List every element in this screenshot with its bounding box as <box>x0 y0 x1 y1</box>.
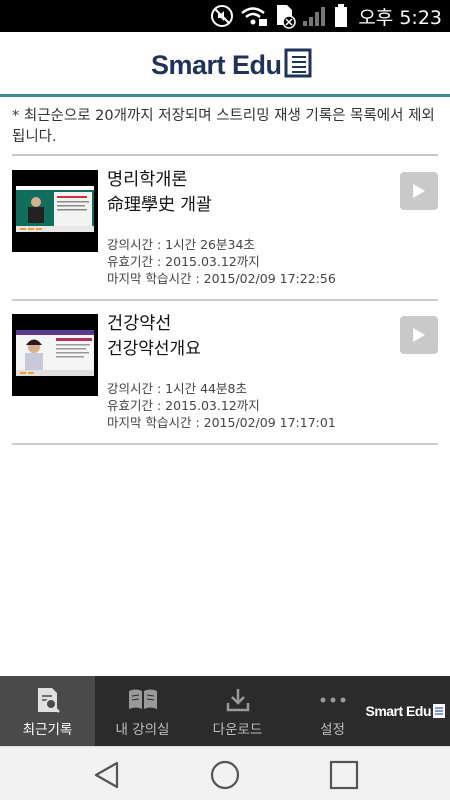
tab-label: 내 강의실 <box>115 722 170 738</box>
lecture-subtitle: 命理學史 개괄 <box>107 195 212 215</box>
book-icon <box>433 704 445 718</box>
play-icon <box>413 328 425 342</box>
lecture-thumbnail <box>12 314 98 396</box>
list-item[interactable]: 건강약선 건강약선개요 강의시간 : 1시간 44분8초 유효기간 : 2015… <box>12 300 438 445</box>
lecture-title: 명리학개론 <box>107 170 188 190</box>
tab-my-classroom[interactable]: 내 강의실 <box>95 676 190 746</box>
sim-off-icon <box>274 3 297 29</box>
status-icons: 오후 5:23 <box>210 0 442 32</box>
tab-bar-logo-text: Smart Edu <box>365 703 431 719</box>
lecture-last-study: 마지막 학습시간 : 2015/02/09 17:22:56 <box>107 271 336 286</box>
signal-icon <box>302 5 328 27</box>
tab-bar-logo: Smart Edu <box>365 703 446 719</box>
recent-apps-button[interactable] <box>328 759 360 791</box>
recent-record-icon <box>37 688 60 713</box>
mute-icon <box>210 4 234 28</box>
tab-label: 설정 <box>320 722 345 738</box>
tab-label: 다운로드 <box>212 722 263 738</box>
play-icon <box>413 184 425 198</box>
play-button[interactable] <box>400 316 438 354</box>
list-item[interactable]: 명리학개론 命理學史 개괄 강의시간 : 1시간 26분34초 유효기간 : 2… <box>12 156 438 301</box>
lecture-duration: 강의시간 : 1시간 26분34초 <box>107 237 255 252</box>
back-button[interactable] <box>91 759 123 791</box>
lecture-thumbnail-image <box>16 330 94 376</box>
lecture-title: 건강약선 <box>107 314 172 334</box>
logo-text: Smart Edu <box>151 49 282 80</box>
more-icon <box>320 697 345 703</box>
app-header: Smart Edu <box>0 32 450 94</box>
tab-label: 최근기록 <box>22 722 73 738</box>
lecture-subtitle: 건강약선개요 <box>107 339 201 359</box>
lecture-thumbnail-image <box>16 186 94 232</box>
play-button[interactable] <box>400 172 438 210</box>
battery-icon <box>334 4 348 28</box>
status-time: 오후 5:23 <box>358 6 442 29</box>
recent-apps-icon <box>329 760 359 790</box>
list-divider <box>12 443 438 445</box>
home-icon <box>210 760 240 790</box>
home-button[interactable] <box>209 759 241 791</box>
lecture-thumbnail <box>12 170 98 252</box>
book-icon <box>284 46 314 84</box>
status-bar: 오후 5:23 <box>0 0 450 32</box>
app-logo: Smart Edu <box>151 46 314 84</box>
my-classroom-icon <box>128 689 157 709</box>
back-icon <box>94 761 119 789</box>
lecture-valid-until: 유효기간 : 2015.03.12까지 <box>107 398 260 413</box>
tab-recent-records[interactable]: 최근기록 <box>0 676 95 746</box>
tab-download[interactable]: 다운로드 <box>190 676 285 746</box>
lecture-duration: 강의시간 : 1시간 44분8초 <box>107 381 247 396</box>
bottom-tab-bar: 최근기록 내 강의실 다운로드 설정 Smart Edu <box>0 676 450 746</box>
notice-text: * 최근순으로 20개까지 저장되며 스트리밍 재생 기록은 목록에서 제외 됩… <box>12 108 435 145</box>
system-nav-bar <box>0 746 450 800</box>
wifi-lock-icon <box>240 4 268 28</box>
lecture-last-study: 마지막 학습시간 : 2015/02/09 17:17:01 <box>107 415 336 430</box>
header-divider <box>0 94 450 97</box>
download-icon <box>226 689 249 712</box>
lecture-valid-until: 유효기간 : 2015.03.12까지 <box>107 254 260 269</box>
